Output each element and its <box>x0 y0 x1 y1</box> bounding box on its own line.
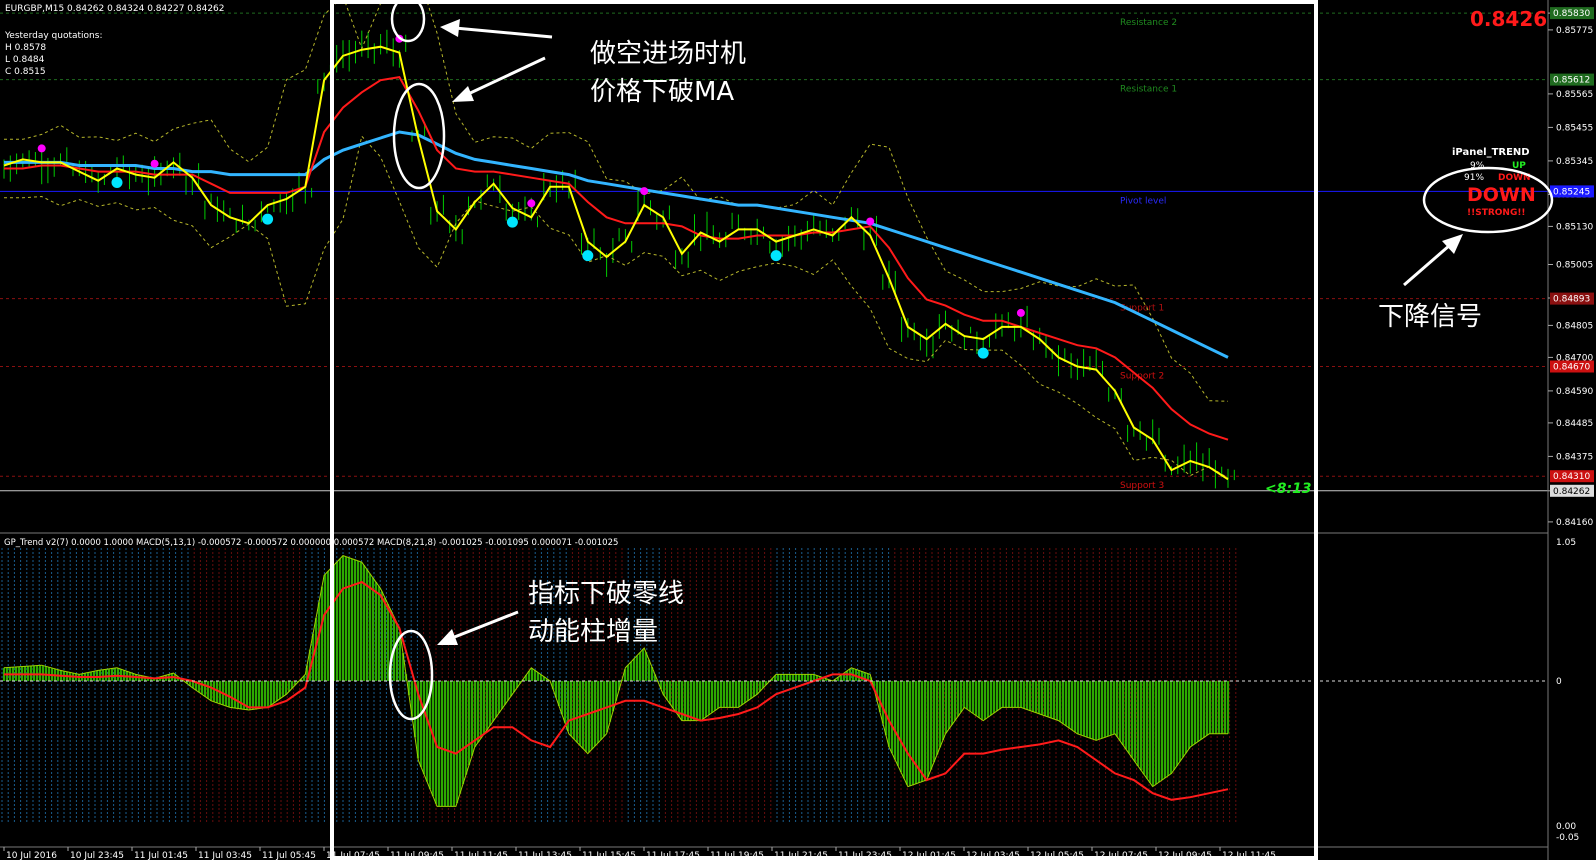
cyan-signal-dot <box>111 177 123 188</box>
symbol-line: EURGBP,M15 0.84262 0.84324 0.84227 0.842… <box>5 4 225 14</box>
annotation-entry-line2: 价格下破MA <box>590 77 734 107</box>
price-tick-label: 0.84160 <box>1556 518 1593 528</box>
magenta-signal-dot <box>866 217 875 226</box>
time-tick-label: 10 Jul 2016 <box>6 851 57 860</box>
annotation-signal: 下降信号 <box>1378 302 1482 332</box>
ipanel-big-signal: DOWN <box>1467 184 1536 206</box>
cyan-signal-dot <box>977 347 989 359</box>
annotation-entry-line1: 做空进场时机 <box>590 39 746 69</box>
current-price-big: 0.8426 <box>1470 7 1547 31</box>
macd-axis-label: 0 <box>1556 677 1562 687</box>
cyan-signal-dot <box>582 250 594 262</box>
macd-axis-label: 1.05 <box>1556 538 1576 548</box>
price-highlight-label: 0.85245 <box>1553 187 1590 197</box>
chart-background <box>0 0 1596 860</box>
price-tick-label: 0.84375 <box>1556 452 1593 462</box>
price-highlight-label: 0.84262 <box>1553 487 1590 497</box>
price-tick-label: 0.85455 <box>1556 123 1593 133</box>
time-tick-label: 10 Jul 23:45 <box>70 851 124 860</box>
level-label: Resistance 1 <box>1120 85 1177 95</box>
price-tick-label: 0.85130 <box>1556 222 1593 232</box>
magenta-signal-dot <box>527 199 536 208</box>
level-label: Support 3 <box>1120 481 1164 491</box>
yesterday-close: C 0.8515 <box>5 67 46 77</box>
price-highlight-label: 0.84670 <box>1553 363 1590 373</box>
price-tick-label: 0.85345 <box>1556 157 1593 167</box>
time-tick-label: 11 Jul 05:45 <box>262 851 316 860</box>
macd-axis-label: -0.05 <box>1556 833 1579 843</box>
trading-chart: Resistance 2 Resistance 1 Pivot level Suppo… <box>0 0 1596 860</box>
time-tick-label: 11 Jul 03:45 <box>198 851 252 860</box>
time-tick-label: 11 Jul 01:45 <box>134 851 188 860</box>
macd-panel-title: GP_Trend v2(7) 0.0000 1.0000 MACD(5,13,1… <box>4 538 618 548</box>
ipanel-title: iPanel_TREND <box>1452 147 1530 158</box>
magenta-signal-dot <box>150 159 159 168</box>
cyan-signal-dot <box>506 216 518 228</box>
price-highlight-label: 0.84893 <box>1553 295 1590 305</box>
yesterday-high: H 0.8578 <box>5 43 46 53</box>
price-highlight-label: 0.84310 <box>1553 472 1590 482</box>
price-tick-label: 0.85005 <box>1556 261 1593 271</box>
price-tick-label: 0.85775 <box>1556 26 1593 36</box>
level-label: Pivot level <box>1120 196 1166 206</box>
price-tick-label: 0.85565 <box>1556 90 1593 100</box>
macd-axis-label: 0.00 <box>1556 822 1576 832</box>
price-tick-label: 0.84590 <box>1556 387 1593 397</box>
price-tick-label: 0.84805 <box>1556 321 1593 331</box>
magenta-signal-dot <box>640 187 649 196</box>
cyan-signal-dot <box>770 250 782 262</box>
yesterday-low: L 0.8484 <box>5 55 45 65</box>
ipanel-strength: !!STRONG!! <box>1467 208 1526 218</box>
annotation-macd-line1: 指标下破零线 <box>528 579 684 609</box>
level-label: Resistance 2 <box>1120 18 1177 28</box>
price-highlight-label: 0.85830 <box>1553 9 1590 19</box>
magenta-signal-dot <box>37 144 46 153</box>
price-tick-label: 0.84485 <box>1556 419 1593 429</box>
annotation-macd-line2: 动能柱增量 <box>528 617 658 647</box>
cyan-signal-dot <box>262 213 274 225</box>
yesterday-title: Yesterday quotations: <box>4 31 102 41</box>
ipanel-down-pct: 91% <box>1464 173 1484 183</box>
countdown-timer: <8:13 <box>1265 481 1312 497</box>
magenta-signal-dot <box>1016 308 1025 317</box>
price-highlight-label: 0.85612 <box>1553 76 1590 86</box>
